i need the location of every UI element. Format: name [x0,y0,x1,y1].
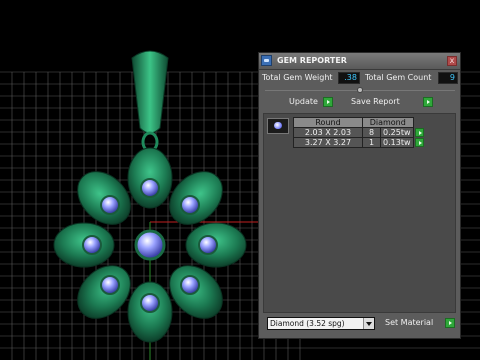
table-row[interactable]: 3.27 X 3.27 1 0.13tw [293,137,425,148]
center-gem [134,229,166,261]
set-material-label: Set Material [385,318,434,327]
gem-weight: 0.25tw [380,127,414,138]
panel-title: GEM REPORTER [277,56,347,65]
table-header-row: Round Diamond [293,117,425,128]
total-gem-weight-value: .38 [338,72,360,84]
update-control[interactable]: Update [289,96,349,108]
material-select[interactable]: Diamond (3.52 spg) [267,317,375,330]
save-report-button[interactable] [423,97,433,107]
update-button[interactable] [323,97,333,107]
pendant-model [53,50,247,343]
panel-titlebar[interactable]: GEM REPORTER x [259,53,460,70]
set-material-button[interactable] [445,318,455,328]
material-select-value: Diamond (3.52 spg) [270,319,345,328]
close-icon[interactable]: x [447,56,457,66]
dropdown-arrow-icon[interactable] [363,318,374,329]
col-header-material: Diamond [362,117,414,128]
gem-weight: 0.13tw [380,137,414,148]
round-gem-icon[interactable] [267,118,289,134]
totals-row: Total Gem Weight .38 Total Gem Count 9 [262,72,458,84]
gem-reporter-panel: GEM REPORTER x Total Gem Weight .38 Tota… [258,52,461,339]
gem-list: Round Diamond 2.03 X 2.03 8 0.25tw 3.27 … [263,113,456,313]
update-label: Update [289,97,318,106]
gem-size: 2.03 X 2.03 [293,127,363,138]
gem-size: 3.27 X 3.27 [293,137,363,148]
gem-table: Round Diamond 2.03 X 2.03 8 0.25tw 3.27 … [293,117,425,148]
go-arrow-icon[interactable] [414,128,424,137]
total-gem-count-label: Total Gem Count [365,73,432,82]
gem-count: 1 [362,137,381,148]
material-row: Diamond (3.52 spg) Set Material [267,317,457,330]
gem-reporter-app-icon [261,55,272,66]
divider-grip-icon[interactable] [357,87,363,93]
total-gem-count-value: 9 [438,72,458,84]
pendant-bail [131,50,169,134]
table-row[interactable]: 2.03 X 2.03 8 0.25tw [293,127,425,138]
total-gem-weight-label: Total Gem Weight [262,73,333,82]
gem-count: 8 [362,127,381,138]
col-header-shape: Round [293,117,363,128]
save-report-control[interactable]: Save Report [351,96,441,108]
save-report-label: Save Report [351,97,400,106]
go-arrow-icon[interactable] [414,138,424,147]
